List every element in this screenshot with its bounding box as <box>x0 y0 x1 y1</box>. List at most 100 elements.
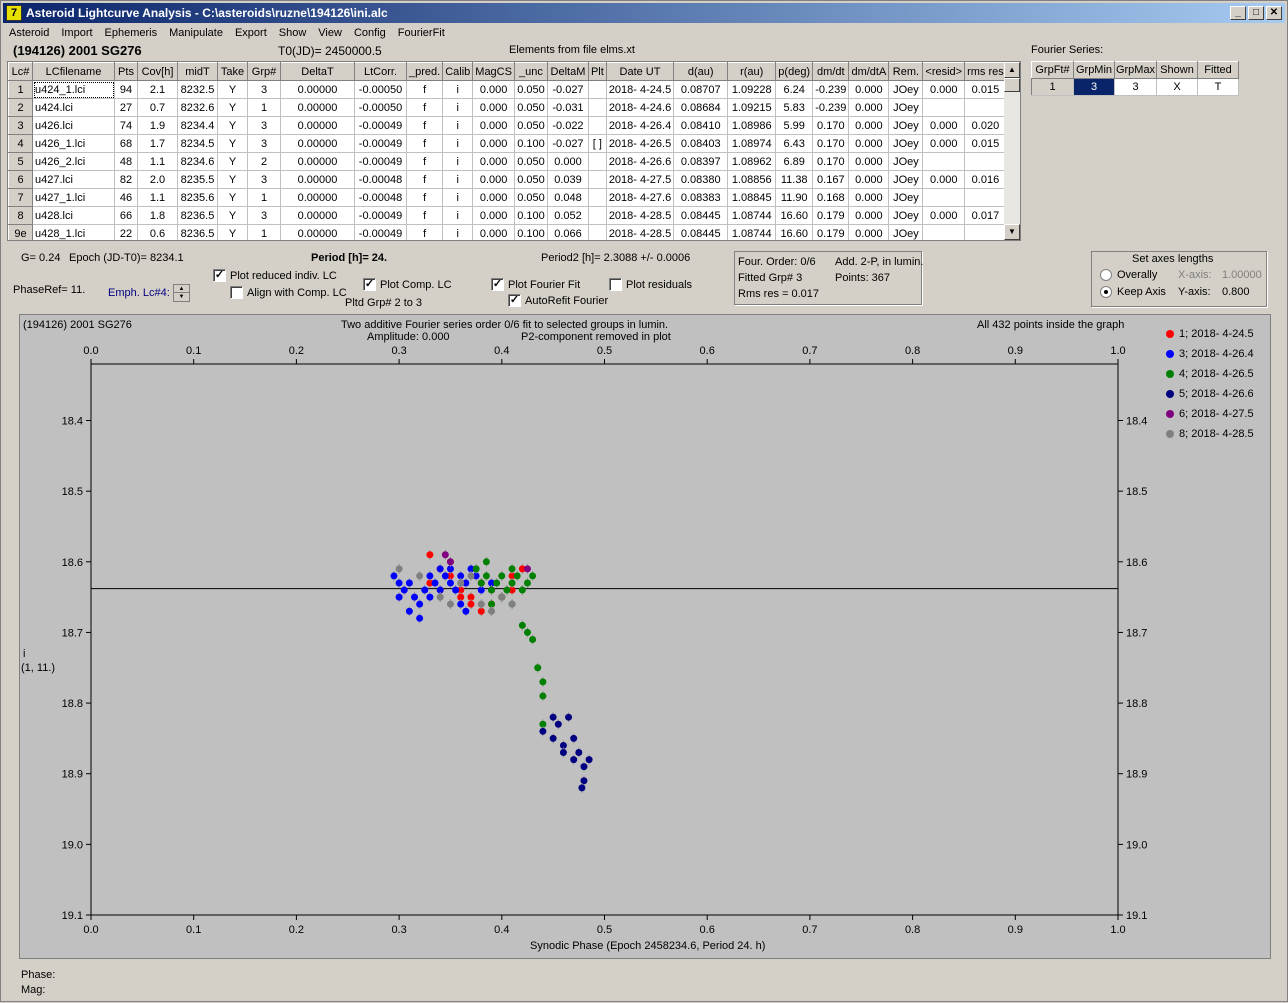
data-point <box>457 579 465 587</box>
data-point <box>426 593 434 601</box>
data-point <box>498 572 506 580</box>
data-point <box>462 607 470 615</box>
legend-label: 4; 2018- 4-26.5 <box>1179 368 1254 380</box>
app-window: 7 Asteroid Lightcurve Analysis - C:\aste… <box>0 0 1288 1002</box>
y-tick-label-right: 19.0 <box>1126 839 1147 851</box>
data-point <box>411 593 419 601</box>
data-point <box>493 579 501 587</box>
x-tick-label-top: 0.5 <box>597 345 612 357</box>
data-point <box>467 572 475 580</box>
data-point <box>405 607 413 615</box>
data-point <box>400 586 408 594</box>
data-point <box>508 565 516 573</box>
data-point <box>395 579 403 587</box>
x-tick-label-bottom: 1.0 <box>1110 924 1125 936</box>
legend-item: 4; 2018- 4-26.5 <box>1166 368 1254 380</box>
data-point <box>513 572 521 580</box>
y-tick-label-left: 18.7 <box>62 627 83 639</box>
x-tick-label-top: 1.0 <box>1110 345 1125 357</box>
data-point <box>554 720 562 728</box>
data-point <box>446 558 454 566</box>
y-tick-label-right: 18.9 <box>1126 769 1147 781</box>
data-point <box>549 734 557 742</box>
legend-item: 3; 2018- 4-26.4 <box>1166 348 1254 360</box>
legend-dot-icon <box>1166 390 1174 398</box>
x-tick-label-top: 0.2 <box>289 345 304 357</box>
data-point <box>585 756 593 764</box>
data-point <box>488 607 496 615</box>
data-point <box>416 614 424 622</box>
x-tick-label-top: 0.7 <box>802 345 817 357</box>
plot-area <box>90 363 1119 916</box>
data-point <box>523 628 531 636</box>
data-point <box>570 734 578 742</box>
data-point <box>518 621 526 629</box>
data-point <box>416 572 424 580</box>
legend-label: 6; 2018- 4-27.5 <box>1179 408 1254 420</box>
x-tick-label-bottom: 0.7 <box>802 924 817 936</box>
legend-label: 1; 2018- 4-24.5 <box>1179 328 1254 340</box>
data-point <box>395 593 403 601</box>
data-point <box>477 600 485 608</box>
data-point <box>390 572 398 580</box>
data-point <box>539 692 547 700</box>
data-point <box>570 756 578 764</box>
x-tick-label-bottom: 0.8 <box>905 924 920 936</box>
legend-item: 8; 2018- 4-28.5 <box>1166 428 1254 440</box>
y-tick-label-right: 18.6 <box>1126 557 1147 569</box>
data-point <box>482 558 490 566</box>
data-point <box>503 586 511 594</box>
y-tick-label-left: 18.8 <box>62 698 83 710</box>
data-point <box>578 784 586 792</box>
legend-item: 1; 2018- 4-24.5 <box>1166 328 1254 340</box>
x-tick-label-top: 0.6 <box>700 345 715 357</box>
data-point <box>436 593 444 601</box>
x-tick-label-bottom: 0.5 <box>597 924 612 936</box>
x-tick-label-bottom: 0.6 <box>700 924 715 936</box>
y-tick-label-left: 18.6 <box>62 557 83 569</box>
y-tick-label-right: 18.4 <box>1126 416 1147 428</box>
data-point <box>565 713 573 721</box>
data-point <box>488 586 496 594</box>
y-tick-label-left: 18.4 <box>62 416 83 428</box>
data-point <box>431 579 439 587</box>
data-point <box>539 678 547 686</box>
legend-dot-icon <box>1166 370 1174 378</box>
y-tick-label-left: 18.9 <box>62 769 83 781</box>
lightcurve-chart[interactable]: 0.0 0.0 0.1 0.1 0.2 0.2 0.3 0.3 0.4 0.4 0.5 0.5 0.6 0… <box>1 1 1288 1003</box>
y-tick-label-left: 19.0 <box>62 839 83 851</box>
data-point <box>405 579 413 587</box>
data-point <box>518 586 526 594</box>
data-point <box>575 749 583 757</box>
data-point <box>529 636 537 643</box>
data-point <box>446 579 454 587</box>
x-tick-label-bottom: 0.1 <box>186 924 201 936</box>
legend-label: 3; 2018- 4-26.4 <box>1179 348 1254 360</box>
y-tick-label-left: 18.5 <box>62 486 83 498</box>
x-tick-label-bottom: 0.4 <box>494 924 509 936</box>
x-tick-label-bottom: 0.2 <box>289 924 304 936</box>
status-mag: Mag: <box>21 984 46 996</box>
x-tick-label-top: 0.3 <box>391 345 406 357</box>
legend-item: 5; 2018- 4-26.6 <box>1166 388 1254 400</box>
legend-label: 8; 2018- 4-28.5 <box>1179 428 1254 440</box>
data-point <box>446 600 454 608</box>
data-point <box>482 572 490 580</box>
data-point <box>467 600 475 608</box>
x-tick-label-bottom: 0.0 <box>83 924 98 936</box>
data-point <box>523 579 531 587</box>
data-point <box>421 586 429 594</box>
data-point <box>539 727 547 735</box>
status-phase: Phase: <box>21 969 56 981</box>
legend-dot-icon <box>1166 430 1174 438</box>
x-tick-label-top: 0.9 <box>1008 345 1023 357</box>
data-point <box>534 664 542 672</box>
data-point <box>508 579 516 587</box>
data-point <box>441 551 449 559</box>
data-point <box>549 713 557 721</box>
data-point <box>436 565 444 573</box>
data-point <box>580 763 588 771</box>
data-point <box>559 749 567 757</box>
y-tick-label-right: 18.7 <box>1126 627 1147 639</box>
x-tick-label-top: 0.4 <box>494 345 509 357</box>
